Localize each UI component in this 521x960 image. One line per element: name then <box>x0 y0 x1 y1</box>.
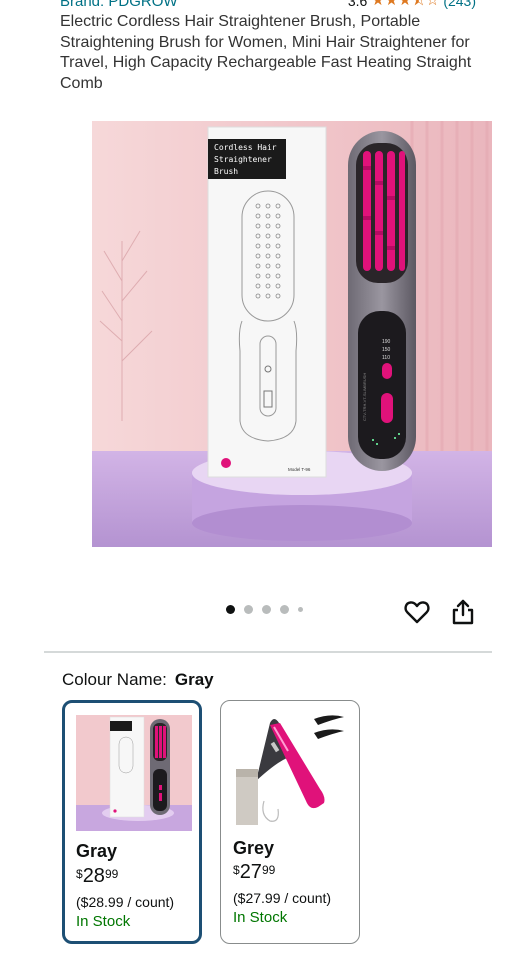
swatch-thumbnail <box>234 711 350 827</box>
star-icon: ★ <box>371 0 385 9</box>
star-icon: ★ <box>398 0 412 9</box>
variant-label-text: Colour Name: <box>62 670 167 689</box>
device-side-text: CTV-TRH-VT-SLIMBRUSH <box>362 373 367 421</box>
price-symbol: $ <box>76 867 83 881</box>
swatch-price: $28 99 <box>76 865 118 887</box>
rating-value: 3.6 <box>347 0 368 9</box>
price-per-unit: ($28.99 / count) <box>76 894 175 910</box>
price-whole: 27 <box>239 861 262 883</box>
swatch-grey[interactable]: Grey $27 99 ($27.99 / count) In Stock <box>220 700 360 944</box>
variant-selected-value: Gray <box>174 670 214 689</box>
temp-110: 110 <box>382 355 390 361</box>
brand-rating-row: Brand: PDGROW 3.6 ★ ★ ★ ⯪ ☆ (243) <box>60 0 500 10</box>
pager-dot[interactable] <box>244 605 253 614</box>
brand-link[interactable]: Brand: PDGROW <box>60 0 178 10</box>
pager-dot[interactable] <box>226 605 235 614</box>
rating-summary[interactable]: 3.6 ★ ★ ★ ⯪ ☆ (243) <box>348 0 476 9</box>
section-divider <box>44 651 492 653</box>
temp-150: 150 <box>382 347 391 353</box>
star-icon: ★ <box>384 0 399 9</box>
pager-dot[interactable] <box>298 607 303 612</box>
variant-label: Colour Name: Gray <box>62 670 214 690</box>
swatch-thumbnail <box>76 715 192 831</box>
price-fraction: 99 <box>104 867 119 881</box>
pager-dot[interactable] <box>262 605 271 614</box>
box-label-line3: Brush <box>214 167 238 176</box>
review-count[interactable]: (243) <box>443 0 476 9</box>
pager-dot[interactable] <box>280 605 289 614</box>
box-model-text: Model T-96 <box>288 467 311 472</box>
swatch-name: Gray <box>76 841 118 861</box>
price-per-unit: ($27.99 / count) <box>233 890 332 906</box>
share-icon[interactable] <box>450 598 476 626</box>
temp-190: 190 <box>382 339 391 345</box>
image-pager[interactable] <box>226 605 303 614</box>
price-whole: 28 <box>82 865 105 887</box>
box-label-line2: Straightener <box>214 155 272 164</box>
star-rating: ★ ★ ★ ⯪ ☆ <box>371 0 439 9</box>
product-main-image[interactable]: Cordless Hair Straightener Brush Model T… <box>92 121 492 547</box>
empty-star-icon: ☆ <box>425 0 440 9</box>
price-symbol: $ <box>233 863 240 877</box>
half-star-icon: ⯪ <box>411 0 426 9</box>
price-fraction: 99 <box>261 863 276 877</box>
stock-status: In Stock <box>76 913 131 930</box>
product-title: Electric Cordless Hair Straightener Brus… <box>60 13 472 92</box>
stock-status: In Stock <box>233 909 288 926</box>
swatch-name: Grey <box>233 838 275 858</box>
swatch-gray[interactable]: Gray $28 99 ($28.99 / count) In Stock <box>62 700 202 944</box>
heart-icon[interactable] <box>403 598 431 626</box>
box-label-line1: Cordless Hair <box>214 143 277 152</box>
swatch-price: $27 99 <box>233 861 275 883</box>
